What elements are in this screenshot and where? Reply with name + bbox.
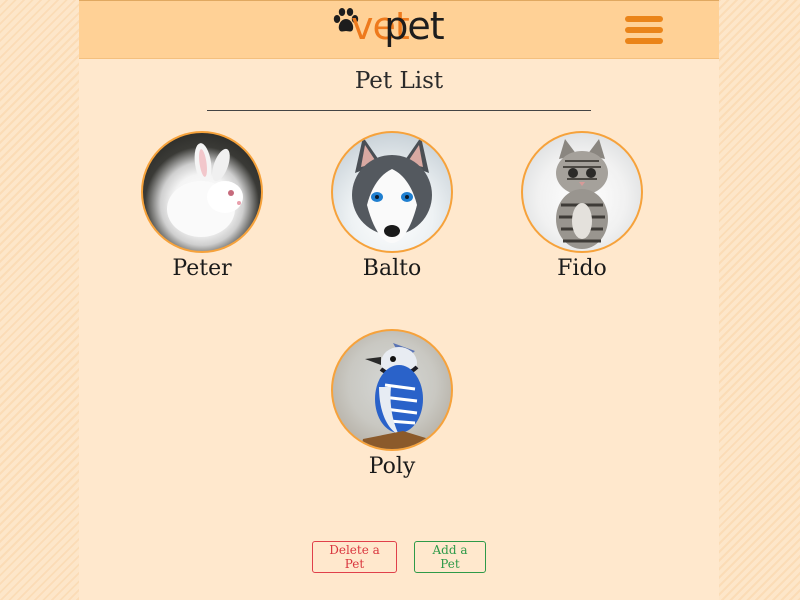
menu-bar [625,16,663,22]
menu-bar [625,27,663,33]
pet-photo-bluejay [331,329,453,451]
title-divider [207,110,591,111]
husky-illustration [352,137,432,243]
hamburger-menu-icon[interactable] [623,15,665,47]
pet-photo-rabbit [141,131,263,253]
pet-name: Balto [362,256,422,281]
pet-card-poly[interactable]: Poly [329,329,455,479]
kitten-illustration [556,139,608,249]
page-container: pet vet Pet List Peter Balto Fido Poly D… [79,0,719,600]
pet-card-peter[interactable]: Peter [139,131,265,281]
add-pet-button[interactable]: Add a Pet [414,541,486,573]
pet-name: Poly [368,454,416,479]
pet-photo-husky [331,131,453,253]
logo-wordmark: pet vet [351,3,445,49]
navbar: pet vet [79,0,719,59]
pet-name: Fido [557,256,607,281]
pet-photo-kitten [521,131,643,253]
bluejay-illustration [361,343,429,449]
rabbit-illustration [167,143,243,237]
logo-pet-text: pet [384,4,444,48]
menu-bar [625,38,663,44]
page-title: Pet List [354,68,444,94]
pet-card-balto[interactable]: Balto [329,131,455,281]
delete-pet-button[interactable]: Delete a Pet [312,541,397,573]
pet-name: Peter [172,256,232,281]
pet-card-fido[interactable]: Fido [519,131,645,281]
